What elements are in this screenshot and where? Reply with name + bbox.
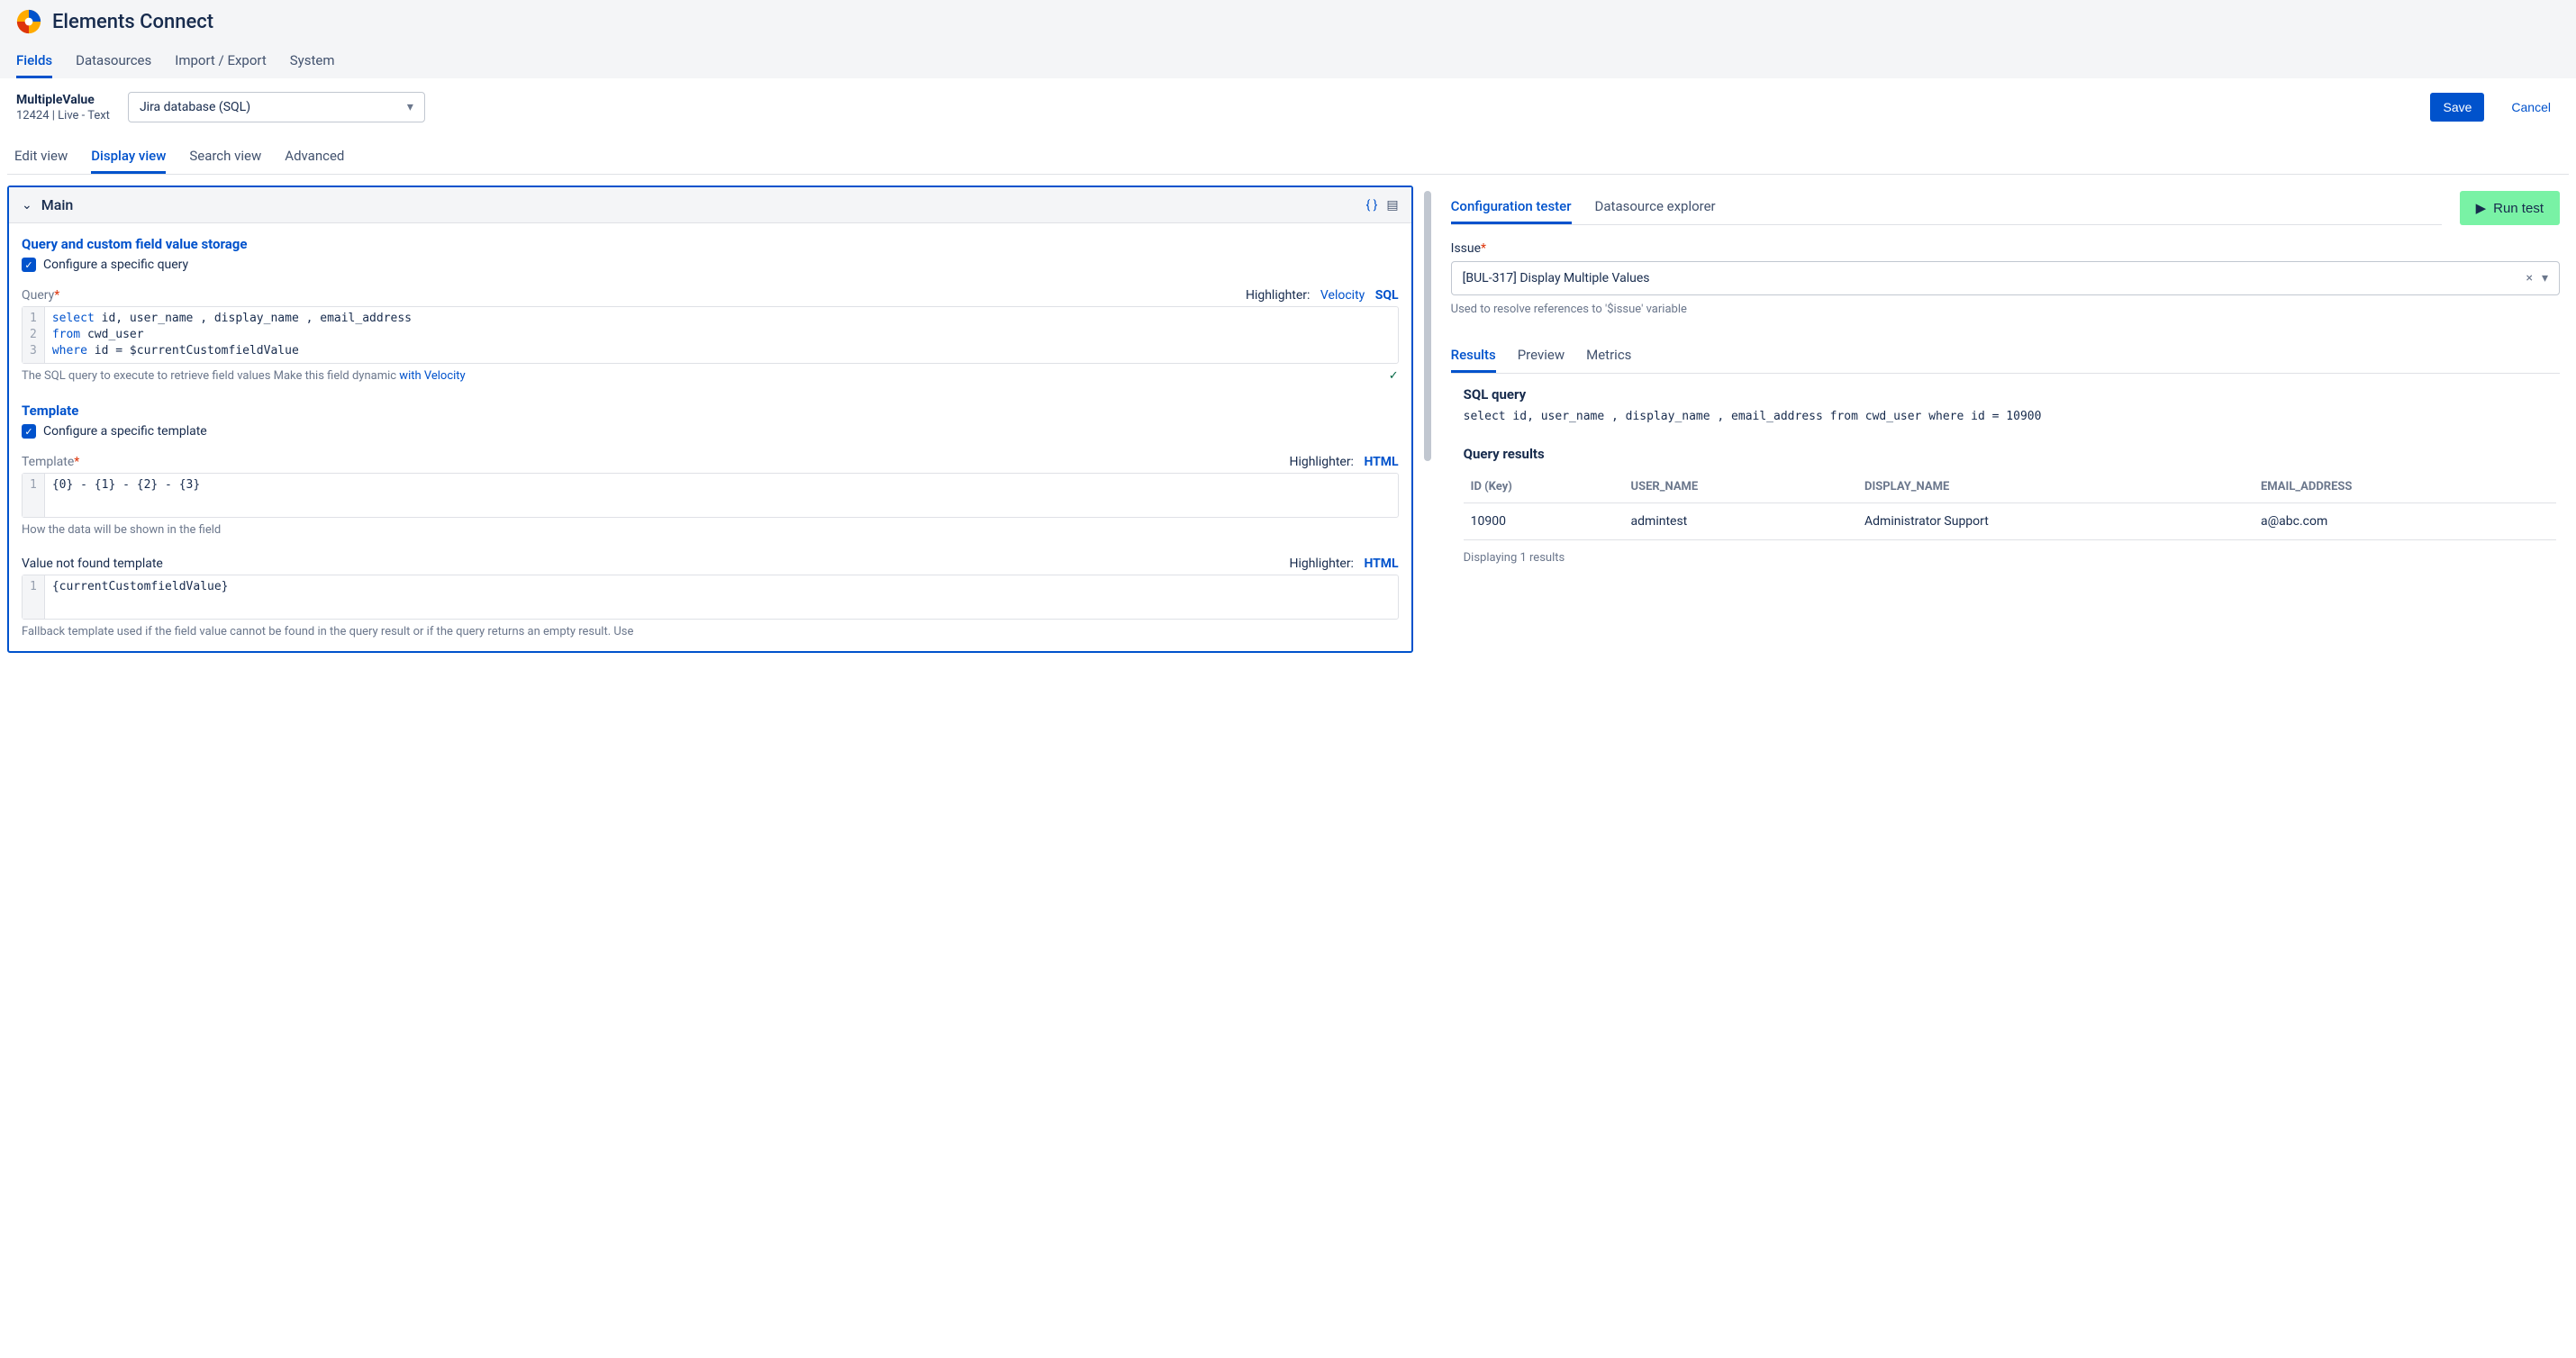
query-storage-heading: Query and custom field value storage — [22, 236, 1399, 252]
panel-divider[interactable] — [1424, 191, 1431, 461]
col-id: ID (Key) — [1464, 471, 1624, 503]
highlighter-velocity[interactable]: Velocity — [1320, 288, 1365, 303]
check-icon: ✓ — [1389, 369, 1399, 383]
highlighter-html[interactable]: HTML — [1364, 455, 1398, 469]
highlighter-html-vnf[interactable]: HTML — [1364, 557, 1398, 571]
nav-datasources[interactable]: Datasources — [76, 45, 151, 78]
braces-icon[interactable]: { } — [1365, 198, 1377, 213]
template-editor[interactable]: 1 {0} - {1} - {2} - {3} — [22, 473, 1399, 518]
vnf-editor[interactable]: 1 {currentCustomfieldValue} — [22, 575, 1399, 620]
query-editor[interactable]: 123 select id, user_name , display_name … — [22, 306, 1399, 364]
vnf-label: Value not found template — [22, 557, 163, 571]
sql-query-text: select id, user_name , display_name , em… — [1464, 408, 2556, 426]
tab-search-view[interactable]: Search view — [189, 140, 261, 174]
field-meta: 12424 | Live - Text — [16, 109, 110, 122]
issue-label: Issue* — [1451, 241, 2560, 256]
highlighter-sql[interactable]: SQL — [1375, 288, 1399, 303]
cancel-button[interactable]: Cancel — [2502, 93, 2560, 122]
document-icon[interactable]: ▤ — [1386, 198, 1398, 213]
configure-template-checkbox[interactable]: ✓ — [22, 424, 36, 439]
vnf-highlighter: Highlighter: HTML — [1289, 557, 1398, 571]
query-results-heading: Query results — [1464, 446, 2556, 462]
sql-query-heading: SQL query — [1464, 386, 2556, 403]
nav-system[interactable]: System — [290, 45, 335, 78]
query-highlighter: Highlighter: Velocity SQL — [1246, 288, 1399, 303]
chevron-down-icon: ▾ — [407, 100, 413, 114]
vnf-hint: Fallback template used if the field valu… — [22, 625, 633, 638]
tab-metrics[interactable]: Metrics — [1586, 340, 1631, 373]
template-heading: Template — [22, 403, 1399, 419]
query-label: Query* — [22, 288, 59, 303]
app-title: Elements Connect — [52, 11, 213, 33]
template-hint: How the data will be shown in the field — [22, 523, 221, 537]
run-test-button[interactable]: ▶ Run test — [2460, 191, 2560, 225]
save-button[interactable]: Save — [2430, 93, 2484, 122]
col-displayname: DISPLAY_NAME — [1857, 471, 2254, 503]
chevron-down-icon[interactable]: ⌄ — [22, 198, 32, 213]
datasource-select[interactable]: Jira database (SQL) ▾ — [128, 92, 425, 122]
nav-import-export[interactable]: Import / Export — [175, 45, 267, 78]
tab-advanced[interactable]: Advanced — [285, 140, 344, 174]
configure-query-checkbox[interactable]: ✓ — [22, 258, 36, 272]
col-username: USER_NAME — [1624, 471, 1858, 503]
nav-fields[interactable]: Fields — [16, 45, 52, 78]
play-icon: ▶ — [2476, 200, 2487, 216]
results-table: ID (Key) USER_NAME DISPLAY_NAME EMAIL_AD… — [1464, 471, 2556, 540]
tab-display-view[interactable]: Display view — [91, 140, 166, 174]
issue-value: [BUL-317] Display Multiple Values — [1463, 271, 1650, 285]
tab-config-tester[interactable]: Configuration tester — [1451, 191, 1572, 224]
velocity-link[interactable]: with Velocity — [399, 369, 465, 383]
col-email: EMAIL_ADDRESS — [2254, 471, 2556, 503]
configure-template-label: Configure a specific template — [43, 424, 207, 439]
tab-edit-view[interactable]: Edit view — [14, 140, 68, 174]
query-hint: The SQL query to execute to retrieve fie… — [22, 369, 399, 383]
configure-query-label: Configure a specific query — [43, 258, 188, 272]
template-label: Template* — [22, 455, 79, 469]
tab-results[interactable]: Results — [1451, 340, 1496, 373]
field-name: MultipleValue — [16, 93, 110, 107]
table-row: 10900 admintest Administrator Support a@… — [1464, 502, 2556, 539]
app-logo-icon — [16, 9, 41, 34]
tab-preview[interactable]: Preview — [1518, 340, 1565, 373]
results-count: Displaying 1 results — [1464, 551, 2556, 565]
issue-select[interactable]: [BUL-317] Display Multiple Values × ▾ — [1451, 261, 2560, 295]
clear-icon[interactable]: × — [2526, 271, 2532, 285]
section-title-main: Main — [41, 196, 74, 213]
template-highlighter: Highlighter: HTML — [1289, 455, 1398, 469]
tab-datasource-explorer[interactable]: Datasource explorer — [1595, 191, 1716, 224]
chevron-down-icon[interactable]: ▾ — [2542, 271, 2548, 285]
issue-hint: Used to resolve references to '$issue' v… — [1451, 303, 2560, 316]
datasource-selected: Jira database (SQL) — [140, 100, 250, 114]
